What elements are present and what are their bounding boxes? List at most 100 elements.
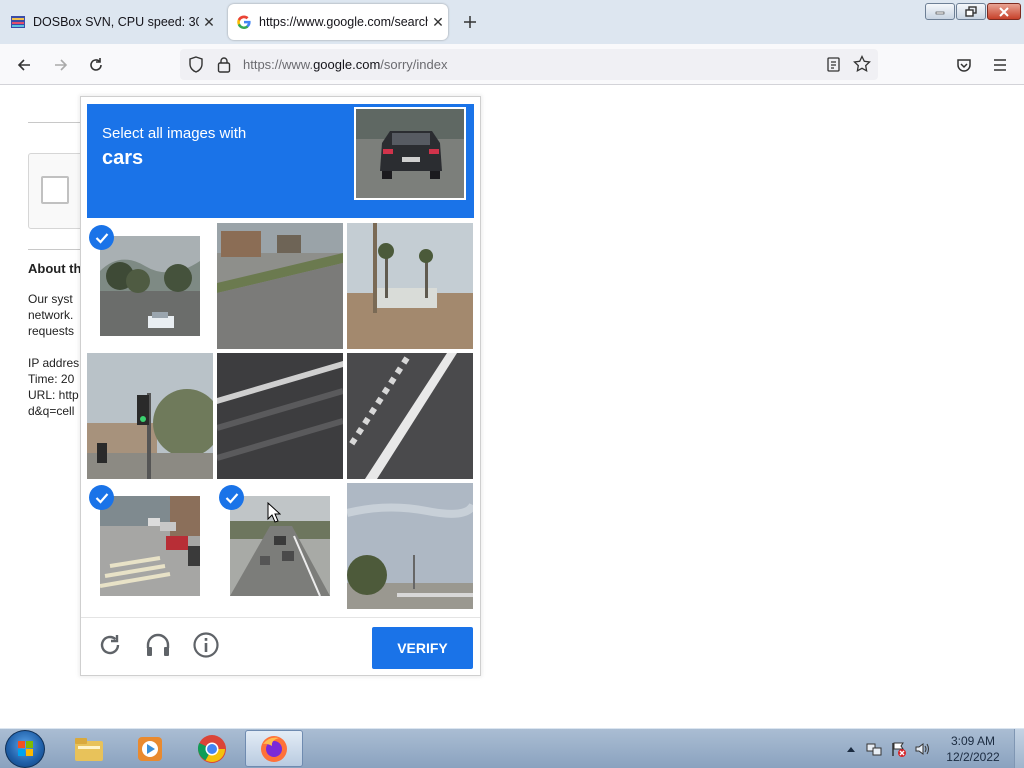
help-button[interactable] (191, 630, 221, 660)
tab-title: DOSBox SVN, CPU speed: 3000 (33, 15, 199, 29)
navigation-toolbar: https://www.google.com/sorry/index (0, 44, 1024, 85)
tab-title: https://www.google.com/search (259, 15, 428, 29)
tile-image-street-parked-cars-crosswalk (100, 496, 200, 596)
windows-taskbar: 3:09 AM 12/2/2022 (0, 728, 1024, 768)
close-window-button[interactable] (987, 3, 1021, 20)
info-icon (193, 632, 219, 658)
headphones-icon (146, 633, 170, 656)
media-player-icon (138, 736, 162, 761)
challenge-header: Select all images with cars (87, 104, 474, 218)
action-center-flag-icon[interactable] (890, 741, 906, 757)
ip-address-text: IP addres (28, 356, 80, 370)
image-tile-grid (87, 223, 474, 610)
image-tile[interactable] (217, 223, 343, 349)
back-arrow-icon (17, 59, 30, 71)
divider (28, 122, 88, 123)
volume-icon[interactable] (914, 741, 930, 757)
body-text: network. (28, 308, 74, 322)
pocket-icon (957, 59, 971, 72)
close-icon (999, 6, 1009, 17)
plus-icon (464, 16, 476, 28)
minimize-icon (935, 11, 945, 14)
image-tile[interactable] (87, 353, 213, 479)
instruction-text: Select all images with (102, 125, 247, 142)
tab-google[interactable]: https://www.google.com/search ✕ (228, 4, 448, 40)
body-text: Our syst (28, 292, 73, 306)
checkmark-icon (89, 485, 114, 510)
shield-icon[interactable] (188, 56, 204, 78)
new-tab-button[interactable] (458, 10, 482, 34)
instruction-keyword: cars (102, 147, 144, 169)
divider (28, 249, 88, 250)
tile-image-road-houses (217, 223, 343, 349)
windows-logo-icon (18, 741, 33, 756)
url-info-text: d&q=cell (28, 404, 75, 418)
lock-icon[interactable] (217, 56, 231, 78)
checkmark-icon (219, 485, 244, 510)
url-bar[interactable]: https://www.google.com/sorry/index (180, 49, 878, 80)
verify-button[interactable]: VERIFY (372, 627, 473, 669)
tile-image-road-lane-markings (347, 353, 473, 479)
pocket-button[interactable] (951, 52, 977, 78)
taskbar-file-explorer[interactable] (60, 730, 118, 767)
file-explorer-icon (75, 737, 103, 761)
image-tile[interactable] (87, 483, 213, 609)
bookmark-star-icon[interactable] (853, 54, 871, 78)
url-info-text: URL: http (28, 388, 79, 402)
tile-image-palm-trees-wall (347, 223, 473, 349)
taskbar-firefox[interactable] (245, 730, 303, 767)
example-car-image (354, 107, 466, 200)
menu-button[interactable] (987, 52, 1013, 78)
google-g-icon (236, 14, 252, 30)
refresh-icon (100, 635, 120, 655)
tile-image-sky-tree-road (347, 483, 473, 609)
reload-challenge-button[interactable] (95, 630, 125, 660)
clock-date: 12/2/2022 (946, 750, 1000, 764)
minimize-button[interactable] (925, 3, 955, 20)
mouse-cursor-icon (267, 501, 282, 529)
start-button[interactable] (5, 730, 45, 768)
url-text: https://www.google.com/sorry/index (243, 57, 448, 72)
im-not-a-robot-checkbox[interactable] (41, 176, 69, 204)
tab-bar: DOSBox SVN, CPU speed: 3000 ✕ https://ww… (0, 0, 1024, 44)
reader-view-icon[interactable] (826, 56, 842, 78)
tile-image-asphalt-stripes (217, 353, 343, 479)
image-tile[interactable] (347, 483, 473, 609)
close-icon[interactable]: ✕ (199, 12, 219, 32)
show-hidden-icons-button[interactable] (843, 741, 859, 757)
audio-challenge-button[interactable] (143, 630, 173, 660)
image-tile[interactable] (347, 223, 473, 349)
chevron-up-icon (847, 747, 855, 752)
close-icon[interactable]: ✕ (428, 12, 448, 32)
restore-icon (965, 5, 977, 17)
back-button[interactable] (11, 52, 37, 78)
chrome-icon (197, 734, 226, 763)
clock-time: 3:09 AM (950, 734, 996, 748)
restore-button[interactable] (956, 3, 986, 20)
recaptcha-challenge-dialog: Select all images with cars VERIFY (80, 96, 481, 676)
taskbar-chrome[interactable] (183, 730, 241, 767)
reload-icon (90, 58, 102, 71)
recaptcha-anchor-box (28, 153, 88, 229)
body-text: requests (28, 324, 75, 338)
reload-button[interactable] (83, 52, 109, 78)
forward-button[interactable] (48, 52, 74, 78)
firefox-icon (261, 735, 287, 762)
hamburger-menu-icon (994, 59, 1006, 71)
time-text: Time: 20 (28, 372, 75, 386)
tile-image-trees-hills-white-car (100, 236, 200, 336)
show-desktop-button[interactable] (1014, 729, 1024, 768)
image-tile[interactable] (347, 353, 473, 479)
tab-dosbox[interactable]: DOSBox SVN, CPU speed: 3000 ✕ (4, 4, 219, 40)
about-heading: About th (28, 261, 82, 276)
tile-image-traffic-light (87, 353, 213, 479)
challenge-footer: VERIFY (81, 617, 480, 675)
checkmark-icon (89, 225, 114, 250)
forward-arrow-icon (55, 59, 68, 71)
network-icon[interactable] (866, 741, 882, 757)
system-clock[interactable]: 3:09 AM 12/2/2022 (938, 733, 1008, 765)
dosbox-icon (10, 14, 26, 30)
image-tile[interactable] (217, 353, 343, 479)
taskbar-media-player[interactable] (121, 730, 179, 767)
image-tile[interactable] (87, 223, 213, 349)
